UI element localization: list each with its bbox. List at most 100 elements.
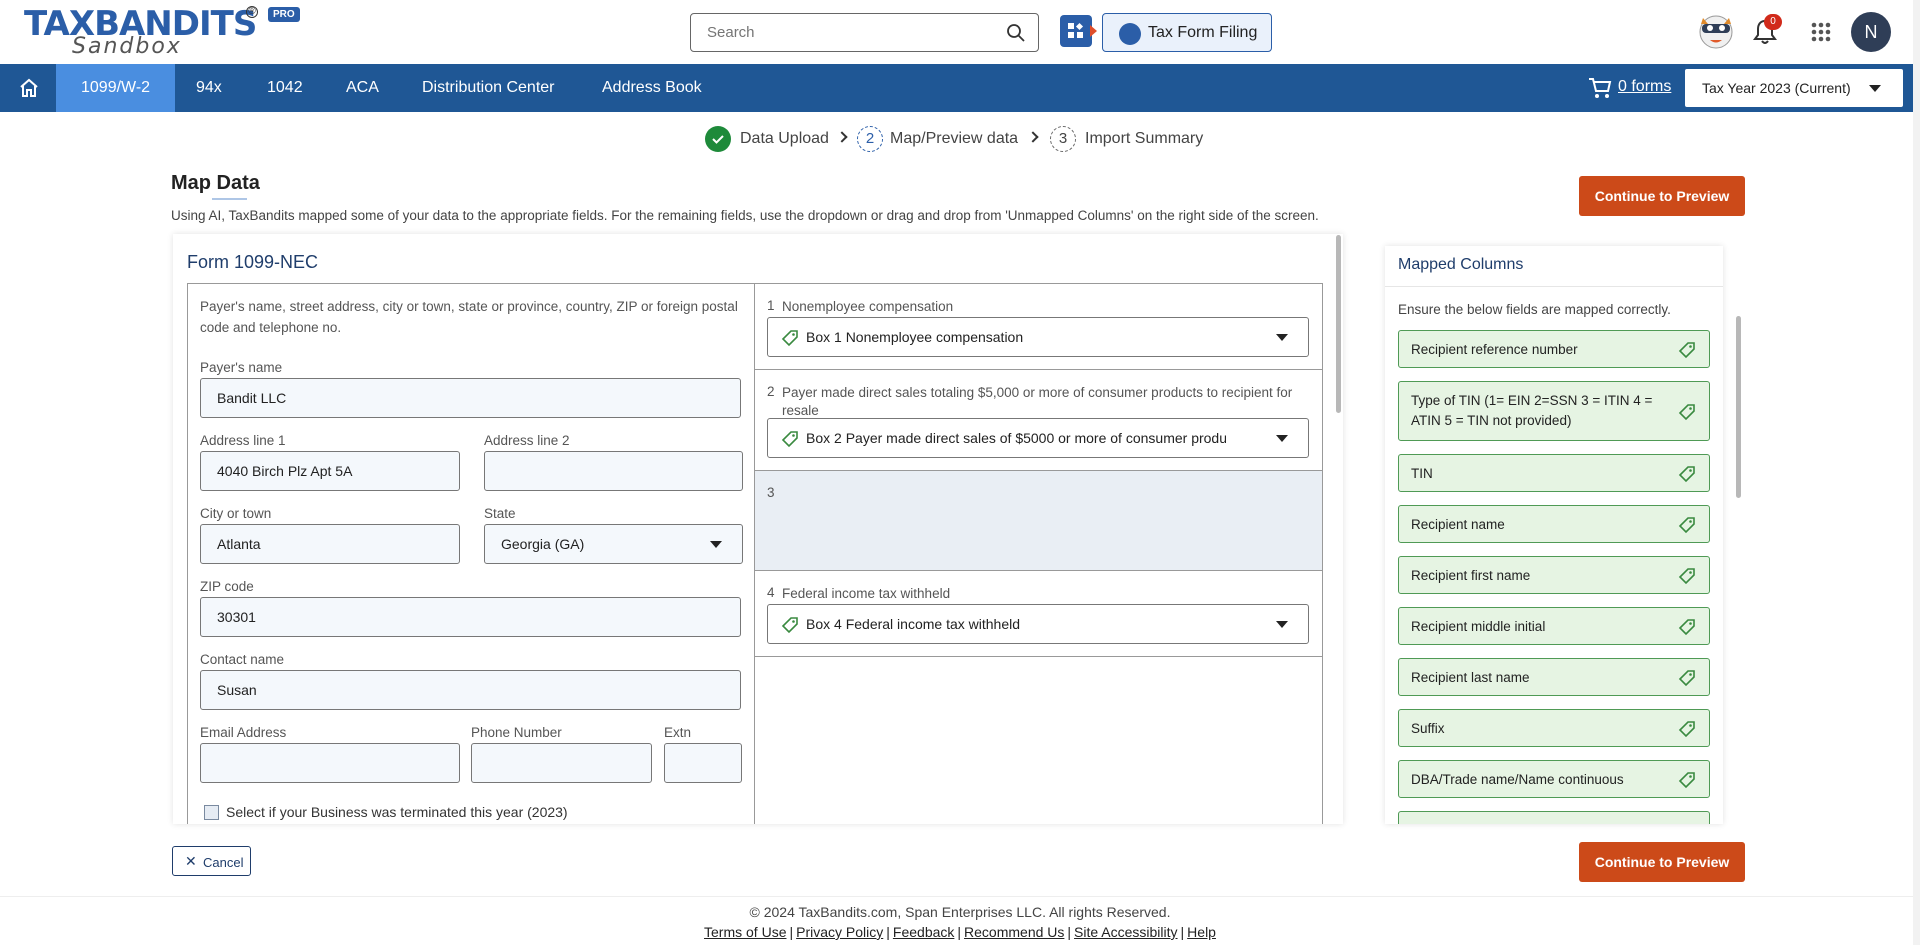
nav-item-94x[interactable]: 94x (171, 64, 247, 112)
nav-item-address-book[interactable]: Address Book (577, 64, 727, 112)
step-data-upload: Data Upload (740, 130, 829, 147)
state-select[interactable]: Georgia (GA) (484, 524, 743, 564)
zip-label: ZIP code (200, 579, 254, 594)
close-icon: ✕ (185, 853, 197, 869)
box-label: Payer made direct sales totaling $5,000 … (782, 385, 1293, 418)
box-4-row: 4 Federal income tax withheld Box 4 Fede… (755, 571, 1322, 657)
step-map-preview: Map/Preview data (890, 130, 1019, 147)
payer-name-label: Payer's name (200, 360, 283, 375)
search-icon[interactable] (1006, 23, 1026, 43)
nav-item-1042[interactable]: 1042 (242, 64, 328, 112)
tag-icon (1678, 404, 1695, 421)
cart-forms-link[interactable]: 0 forms (1618, 78, 1671, 96)
link-separator: | (1180, 924, 1185, 940)
mapped-column-item[interactable] (1398, 811, 1710, 824)
step-2-number: 2 (857, 126, 883, 152)
apps-launcher-button[interactable] (1060, 15, 1092, 47)
extn-field[interactable] (664, 743, 742, 783)
box-selected-value: Box 4 Federal income tax withheld (806, 616, 1020, 632)
footer-link-accessibility[interactable]: Site Accessibility (1074, 924, 1177, 940)
business-terminated-label: Select if your Business was terminated t… (226, 804, 568, 820)
mapped-column-item[interactable]: Type of TIN (1= EIN 2=SSN 3 = ITIN 4 = A… (1398, 381, 1710, 441)
footer-link-recommend[interactable]: Recommend Us (964, 924, 1064, 940)
user-avatar[interactable]: N (1851, 12, 1891, 52)
tax-form-filing-button[interactable]: Tax Form Filing (1102, 13, 1272, 52)
chevron-right-icon (1027, 131, 1039, 143)
mapped-column-item[interactable]: Recipient last name (1398, 658, 1710, 696)
tax-form-filing-label: Tax Form Filing (1148, 24, 1258, 41)
mapped-column-item[interactable]: DBA/Trade name/Name continuous (1398, 760, 1710, 798)
main-nav: 1099/W-2 94x 1042 ACA Distribution Cente… (0, 64, 1920, 112)
payer-name-field[interactable]: Bandit LLC (200, 378, 741, 418)
search-box[interactable] (690, 13, 1039, 52)
mapped-column-item[interactable]: Recipient middle initial (1398, 607, 1710, 645)
bandit-mascot-icon[interactable] (1697, 10, 1735, 50)
window-scrollbar[interactable] (1913, 0, 1920, 945)
box-1-row: 1 Nonemployee compensation Box 1 Nonempl… (755, 284, 1322, 370)
address-line-1-field[interactable]: 4040 Birch Plz Apt 5A (200, 451, 460, 491)
nav-item-distribution-center[interactable]: Distribution Center (397, 64, 580, 112)
nav-home-button[interactable] (0, 64, 56, 112)
pro-badge: PRO (268, 7, 300, 22)
footer-link-help[interactable]: Help (1187, 924, 1216, 940)
mapped-column-item[interactable]: Recipient reference number (1398, 330, 1710, 368)
logo-sub-text: Sandbox (72, 34, 182, 59)
address-line-2-field[interactable] (484, 451, 743, 491)
mapped-column-label: Type of TIN (1= EIN 2=SSN 3 = ITIN 4 = A… (1411, 393, 1653, 428)
link-separator: | (1067, 924, 1072, 940)
city-field[interactable]: Atlanta (200, 524, 460, 564)
taxbandits-logo[interactable]: TAXBANDITS ® PRO Sandbox (24, 4, 300, 60)
nav-item-1099-w2[interactable]: 1099/W-2 (56, 64, 176, 112)
step-3-number: 3 (1050, 126, 1076, 152)
chevron-down-icon (710, 541, 722, 548)
payer-section: Payer's name, street address, city or to… (188, 284, 755, 824)
tag-icon (1678, 670, 1695, 687)
box-number: 3 (767, 485, 775, 500)
cancel-button[interactable]: ✕ Cancel (172, 846, 251, 876)
form-card: Form 1099-NEC Payer's name, street addre… (173, 234, 1343, 824)
mapped-columns-scrollbar[interactable] (1736, 316, 1741, 498)
mapped-column-item[interactable]: Suffix (1398, 709, 1710, 747)
address-line-2-label: Address line 2 (484, 433, 570, 448)
box-4-mapping-select[interactable]: Box 4 Federal income tax withheld (767, 604, 1309, 644)
nav-item-aca[interactable]: ACA (321, 64, 404, 112)
chevron-right-icon (836, 131, 848, 143)
box-selected-value: Box 1 Nonemployee compensation (806, 329, 1024, 345)
chevron-down-icon (1869, 85, 1881, 92)
apps-pointer-icon (1090, 25, 1097, 37)
zip-field[interactable]: 30301 (200, 597, 741, 637)
app-grid-icon[interactable] (1810, 21, 1832, 43)
mapped-column-item[interactable]: Recipient first name (1398, 556, 1710, 594)
footer-link-feedback[interactable]: Feedback (893, 924, 954, 940)
divider (1385, 286, 1723, 287)
top-header: TAXBANDITS ® PRO Sandbox Tax Form Filing (0, 0, 1920, 64)
contact-name-field[interactable]: Susan (200, 670, 741, 710)
tag-icon (1678, 517, 1695, 534)
link-separator: | (789, 924, 794, 940)
tax-year-select[interactable]: Tax Year 2023 (Current) (1685, 69, 1903, 107)
mapped-column-item[interactable]: Recipient name (1398, 505, 1710, 543)
phone-field[interactable] (471, 743, 652, 783)
tag-icon (781, 617, 798, 634)
business-terminated-checkbox[interactable] (204, 805, 219, 820)
continue-to-preview-button[interactable]: Continue to Preview (1579, 176, 1745, 216)
box-1-mapping-select[interactable]: Box 1 Nonemployee compensation (767, 317, 1309, 357)
mapped-column-item[interactable]: TIN (1398, 454, 1710, 492)
link-separator: | (886, 924, 890, 940)
continue-to-preview-button[interactable]: Continue to Preview (1579, 842, 1745, 882)
mapped-columns-title: Mapped Columns (1398, 256, 1524, 273)
tag-icon (1678, 619, 1695, 636)
tax-form-icon (1119, 23, 1141, 45)
email-field[interactable] (200, 743, 460, 783)
footer-link-terms[interactable]: Terms of Use (704, 924, 786, 940)
title-underline (212, 198, 247, 200)
footer-link-privacy[interactable]: Privacy Policy (796, 924, 883, 940)
form-scrollbar[interactable] (1336, 235, 1341, 413)
cart-icon[interactable] (1588, 77, 1612, 99)
step-complete-icon (705, 126, 731, 152)
box-2-mapping-select[interactable]: Box 2 Payer made direct sales of $5000 o… (767, 418, 1309, 458)
box-label: Nonemployee compensation (782, 299, 954, 314)
box-number: 4 (767, 585, 775, 600)
tag-icon (781, 330, 798, 347)
search-input[interactable] (691, 14, 981, 51)
